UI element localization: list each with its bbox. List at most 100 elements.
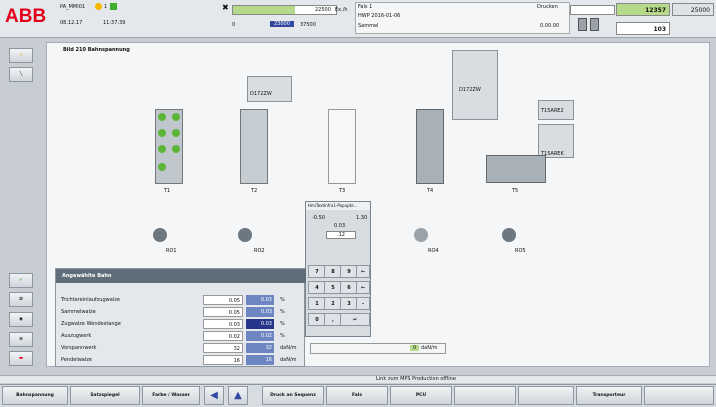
- nav-empty-1[interactable]: [454, 386, 516, 405]
- roll-label: RO5: [515, 248, 526, 254]
- value-box: D172ZW: [452, 50, 498, 120]
- trash-icon[interactable]: [578, 18, 587, 31]
- close-icon[interactable]: ✖: [222, 3, 229, 12]
- nav-satzspiegel[interactable]: Satzspiegel: [70, 386, 140, 405]
- camera-icon-button[interactable]: ◉: [9, 312, 33, 327]
- time: 11:37:39: [103, 20, 126, 26]
- nav-bahnspannung[interactable]: Bahnspannung: [2, 386, 68, 405]
- user-counter: 1: [104, 4, 108, 10]
- roll-icon[interactable]: [502, 228, 516, 242]
- row-unit: %: [280, 333, 285, 339]
- flag-icon-button[interactable]: ▬: [9, 351, 33, 366]
- tower: [328, 109, 356, 184]
- row-label: Zugwalze Wendestange: [61, 321, 121, 327]
- dialog-input[interactable]: .12: [326, 231, 356, 239]
- roll-icon[interactable]: [153, 228, 167, 242]
- value-box-label: T15ARE2: [541, 108, 564, 114]
- tower: [240, 109, 268, 184]
- row-value[interactable]: 0.03: [203, 319, 243, 329]
- nav-pcu[interactable]: PCU: [390, 386, 452, 405]
- row-set: 0.03: [246, 319, 274, 329]
- tower-label: T1: [164, 188, 171, 194]
- row-set: 0.03: [246, 307, 274, 317]
- status-green-icon: [110, 3, 117, 10]
- roll-icon[interactable]: [414, 228, 428, 242]
- tower-label: T4: [427, 188, 434, 194]
- roll-label: RO2: [254, 248, 265, 254]
- tool-icon-button[interactable]: ╲: [9, 67, 33, 82]
- nav-druck-an-sequenz[interactable]: Druck an Sequenz: [262, 386, 324, 405]
- nav-farbe-wasser[interactable]: Farbe / Wasser: [142, 386, 200, 405]
- left-sidebar: ⚠ ╲ ✔ ⇄ ◉ ≋ ▬: [0, 40, 44, 374]
- dialog-max: 1.30: [356, 215, 368, 221]
- nav-empty-3[interactable]: [644, 386, 714, 405]
- range-min: 0: [232, 22, 236, 28]
- table-row: Sammelwalze 0.05 0.03 %: [58, 307, 303, 318]
- count1: 12357: [616, 3, 670, 16]
- speed-value: 22500: [315, 7, 331, 13]
- numpad-key-enter[interactable]: ↵: [340, 313, 370, 326]
- row-set: 32: [246, 343, 274, 353]
- table-row: Vorspannwerk 32 32 daN/m: [58, 343, 303, 354]
- dialog-title: HmiTextInfra1-Popupte...: [306, 202, 370, 210]
- numpad-key-minus[interactable]: -: [356, 297, 370, 310]
- value-box: D172ZW: [247, 76, 292, 102]
- user-icon: [95, 3, 102, 10]
- table-row: Zugwalze Wendestange 0.03 0.03 %: [58, 319, 303, 330]
- roll-label: RO1: [166, 248, 177, 254]
- value-box: T15AREK: [538, 124, 574, 158]
- row-set: 0.03: [246, 295, 274, 305]
- table-rows: Trichtereinlaufzugwalze 0.05 0.03 % Samm…: [58, 295, 303, 365]
- row-value[interactable]: 0.05: [203, 307, 243, 317]
- dialog-value: 0.03: [334, 223, 346, 229]
- value-box: T15ARE2: [538, 100, 574, 120]
- numpad-key-left[interactable]: ←: [356, 281, 370, 294]
- row-label: Trichtereinlaufzugwalze: [61, 297, 120, 303]
- row-value[interactable]: 0.05: [203, 295, 243, 305]
- swap-icon-button[interactable]: ⇄: [9, 292, 33, 307]
- row-unit: %: [280, 309, 285, 315]
- nav-transporteur[interactable]: Transporteur: [576, 386, 642, 405]
- tower-label: T5: [512, 188, 519, 194]
- status-message: Link zum MPS Production offline: [376, 376, 456, 382]
- row-set: 16: [246, 355, 274, 365]
- extra-value: 0: [410, 345, 420, 351]
- row-value[interactable]: 16: [203, 355, 243, 365]
- user-name: PA_MMI01: [60, 4, 86, 10]
- roll-icon[interactable]: [238, 228, 252, 242]
- row-label: Pendelwalze: [61, 357, 92, 363]
- tower: [416, 109, 444, 184]
- count-bar: [570, 5, 615, 15]
- value-box-label: D172ZW: [459, 87, 481, 93]
- range-max: 37500: [300, 22, 316, 28]
- stack-icon-button[interactable]: ≋: [9, 332, 33, 347]
- date: 08.12.17: [60, 20, 83, 26]
- range-value: 23000: [270, 21, 294, 27]
- row-label: Auszugwerk: [61, 333, 92, 339]
- row-label: Vorspannwerk: [61, 345, 97, 351]
- count3: 103: [616, 22, 670, 35]
- tower: [486, 155, 546, 183]
- tower-rollers: [158, 113, 166, 121]
- nav-fals[interactable]: Fals: [326, 386, 388, 405]
- row-value[interactable]: 0.02: [203, 331, 243, 341]
- row-unit: daN/m: [280, 357, 297, 363]
- row-unit: daN/m: [280, 345, 297, 351]
- job-name: HWP 2016-01-06: [358, 13, 401, 19]
- nav-empty-2[interactable]: [518, 386, 574, 405]
- check-icon-button[interactable]: ✔: [9, 273, 33, 288]
- numpad-key-back[interactable]: ←: [356, 265, 370, 278]
- warning-icon-button[interactable]: ⚠: [9, 48, 33, 63]
- nav-up-icon[interactable]: ▲: [228, 386, 248, 405]
- row-label: Sammelwalze: [61, 309, 96, 315]
- value-box-label: D172ZW: [250, 91, 272, 97]
- row-set: 0.02: [246, 331, 274, 341]
- section-title: Angewählte Bahn: [56, 269, 306, 283]
- speed-unit: Ex./h: [335, 7, 348, 13]
- page-title: Bild 210 Bahnspannung: [63, 47, 130, 53]
- extra-unit: daN/m: [421, 345, 438, 351]
- header: ABB PA_MMI01 1 08.12.17 11:37:39 ✖ 22500…: [0, 0, 716, 38]
- trash-icon-2[interactable]: [590, 18, 599, 31]
- nav-back-icon[interactable]: ◀: [204, 386, 224, 405]
- row-value[interactable]: 32: [203, 343, 243, 353]
